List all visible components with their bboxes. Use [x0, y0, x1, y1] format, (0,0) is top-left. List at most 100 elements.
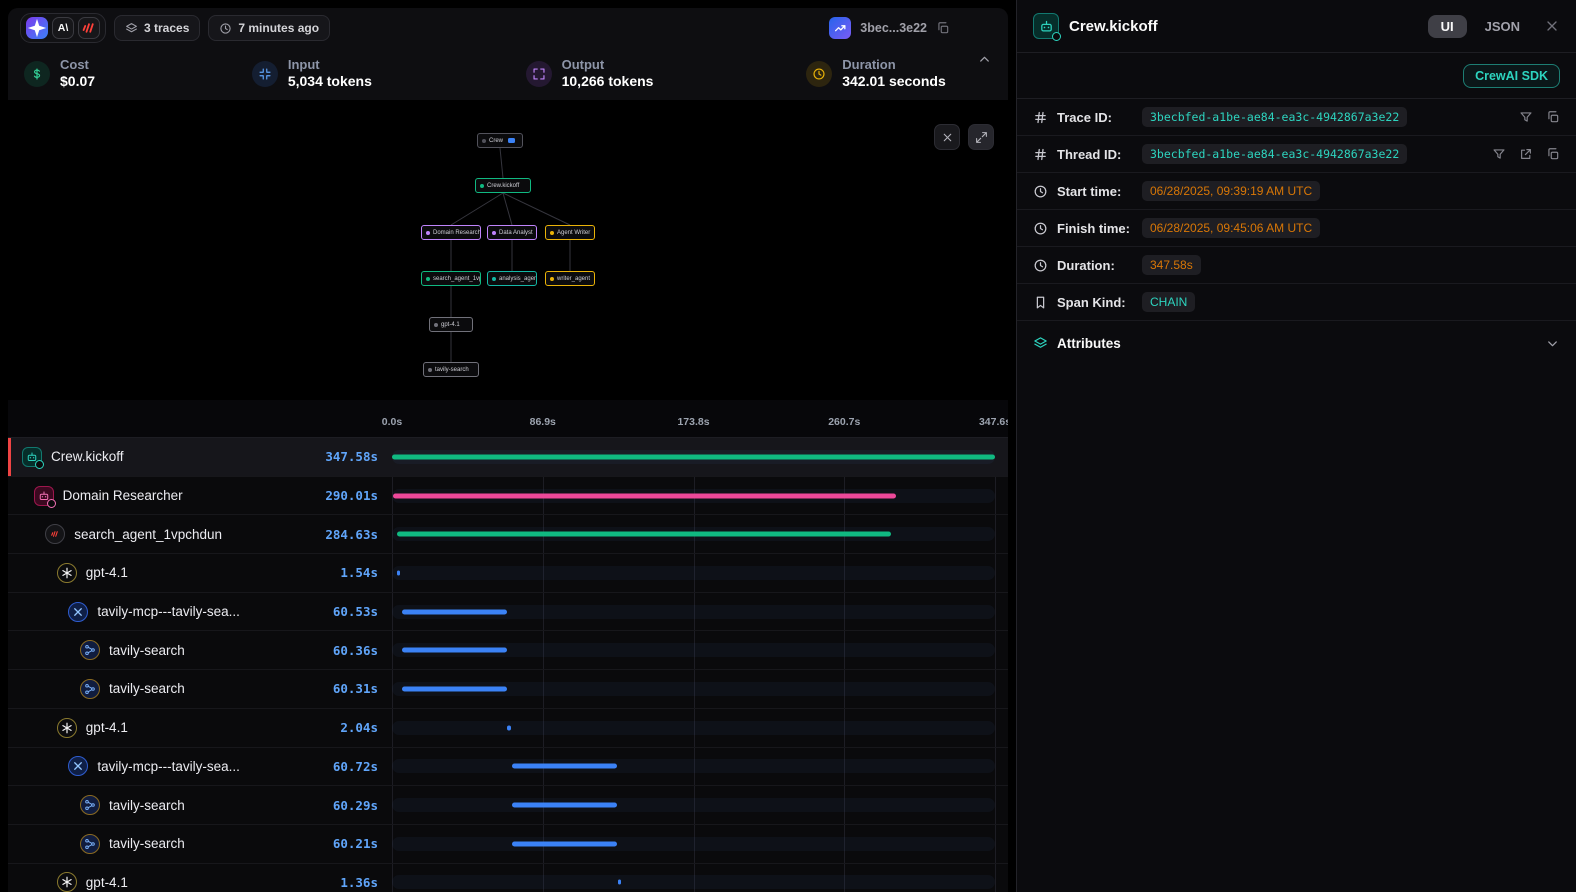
- detail-field-threadid: Thread ID:3becbfed-a1be-ae84-ea3c-494286…: [1017, 136, 1576, 173]
- span-track: [392, 709, 995, 747]
- trace-row[interactable]: tavily-search 60.21s: [8, 825, 1008, 864]
- waterfall-rows: Crew.kickoff347.58sDomain Researcher290.…: [8, 438, 1008, 892]
- crewai-icon: [45, 524, 65, 544]
- span-name: Crew.kickoff: [51, 449, 124, 464]
- detail-title: Crew.kickoff: [1069, 18, 1418, 35]
- tools-icon: [68, 756, 88, 776]
- crew-icon: [1033, 13, 1059, 39]
- span-duration: 284.63s: [325, 527, 392, 542]
- metric-label: Input: [288, 57, 372, 73]
- trace-row[interactable]: gpt-4.11.36s: [8, 864, 1008, 892]
- field-label: Duration:: [1057, 258, 1133, 273]
- updated-time-label: 7 minutes ago: [238, 21, 319, 35]
- tab-ui[interactable]: UI: [1428, 15, 1467, 38]
- span-bar: [402, 648, 507, 653]
- graph-node-task2[interactable]: analysis_agent: [487, 271, 537, 286]
- span-duration: 60.36s: [333, 643, 392, 658]
- filter-button[interactable]: [1492, 147, 1506, 161]
- trace-row[interactable]: Domain Researcher290.01s: [8, 477, 1008, 516]
- collapse-metrics-button[interactable]: [977, 52, 992, 67]
- graph-node-task3[interactable]: writer_agent: [545, 271, 595, 286]
- tool-icon: [80, 795, 100, 815]
- traces-count-badge[interactable]: 3 traces: [114, 15, 200, 41]
- span-track: [392, 554, 995, 592]
- trace-row[interactable]: tavily-mcp---tavily-sea... 60.72s: [8, 748, 1008, 787]
- graph-node-llm[interactable]: gpt-4.1: [429, 317, 473, 332]
- graph-node-crew[interactable]: Crew: [477, 133, 523, 148]
- copy-button[interactable]: [1546, 110, 1560, 124]
- trace-row[interactable]: search_agent_1vpchdun 284.63s: [8, 515, 1008, 554]
- trace-panel: A\ 3 traces 7 minutes ago 3bec...3e22 Co…: [8, 8, 1008, 892]
- metric-value: 10,266 tokens: [562, 73, 654, 91]
- expand-graph-button[interactable]: [968, 124, 994, 150]
- tab-json[interactable]: JSON: [1477, 15, 1528, 38]
- span-track: [392, 631, 995, 669]
- tool-icon: [80, 834, 100, 854]
- trace-row[interactable]: tavily-search60.31s: [8, 670, 1008, 709]
- trace-row[interactable]: tavily-mcp---tavily-sea...60.53s: [8, 593, 1008, 632]
- openai-icon: [57, 718, 77, 738]
- trace-row[interactable]: gpt-4.12.04s: [8, 709, 1008, 748]
- chevron-up-icon: [977, 52, 992, 67]
- span-bar: [397, 570, 400, 575]
- field-value: 06/28/2025, 09:45:06 AM UTC: [1142, 218, 1320, 238]
- dollar-icon: [24, 61, 50, 87]
- trace-row[interactable]: tavily-search60.29s: [8, 786, 1008, 825]
- span-duration: 290.01s: [325, 488, 392, 503]
- arrsin-icon: [252, 61, 278, 87]
- close-icon: [941, 131, 954, 144]
- field-label: Thread ID:: [1057, 147, 1133, 162]
- axis-tick: 260.7s: [828, 416, 860, 428]
- span-name: search_agent_1vpchdun: [74, 527, 222, 542]
- detail-field-starttime: Start time:06/28/2025, 09:39:19 AM UTC: [1017, 173, 1576, 210]
- span-duration: 60.21s: [333, 836, 392, 851]
- trace-row[interactable]: Crew.kickoff347.58s: [8, 438, 1008, 477]
- detail-field-duration: Duration: 347.58s: [1017, 247, 1576, 284]
- trace-row[interactable]: tavily-search60.36s: [8, 631, 1008, 670]
- span-name: tavily-mcp---tavily-sea...: [97, 759, 240, 774]
- graph-node-kickoff[interactable]: Crew.kickoff: [475, 178, 531, 193]
- graph-node-label: Crew: [489, 138, 503, 144]
- field-value: 347.58s: [1142, 255, 1201, 275]
- span-duration: 1.36s: [340, 875, 392, 890]
- graph-node-tool[interactable]: tavily-search: [423, 362, 479, 377]
- graph-node-agent1[interactable]: Domain Researcher: [421, 225, 481, 240]
- span-duration: 60.72s: [333, 759, 392, 774]
- axis-tick: 347.6s: [979, 416, 1008, 428]
- trace-row[interactable]: gpt-4.11.54s: [8, 554, 1008, 593]
- agent-icon: [34, 486, 54, 506]
- copy-trace-id-button[interactable]: [936, 21, 950, 35]
- span-duration: 2.04s: [340, 720, 392, 735]
- metric-label: Output: [562, 57, 654, 73]
- crewai-logo-icon: [78, 17, 100, 39]
- span-name: tavily-search: [109, 836, 185, 851]
- close-graph-button[interactable]: [934, 124, 960, 150]
- anthropic-logo-icon: A\: [52, 17, 74, 39]
- tool-icon: [80, 679, 100, 699]
- span-track: [392, 593, 995, 631]
- attributes-section-toggle[interactable]: Attributes: [1017, 321, 1576, 365]
- copy-button[interactable]: [1546, 147, 1560, 161]
- span-duration: 60.29s: [333, 798, 392, 813]
- attributes-icon: [1033, 336, 1048, 351]
- graph-node-label: tavily-search: [435, 367, 469, 373]
- span-name: tavily-search: [109, 681, 185, 696]
- clock-icon: [219, 22, 232, 35]
- axis-tick: 0.0s: [382, 416, 402, 428]
- graph-node-agent2[interactable]: Data Analyst: [487, 225, 537, 240]
- tools-icon: [68, 602, 88, 622]
- metric-cost: Cost$0.07: [24, 57, 252, 91]
- filter-button[interactable]: [1519, 110, 1533, 124]
- graph-node-task1[interactable]: search_agent_1vpchdun: [421, 271, 481, 286]
- metric-input: Input5,034 tokens: [252, 57, 526, 91]
- clock-icon: [1033, 258, 1048, 273]
- sparkle-logo-icon: [26, 17, 48, 39]
- close-panel-button[interactable]: [1544, 18, 1560, 34]
- span-track: [392, 786, 995, 824]
- graph-node-label: gpt-4.1: [441, 322, 460, 328]
- span-bar: [397, 532, 891, 537]
- external-button[interactable]: [1519, 147, 1533, 161]
- graph-node-agent3[interactable]: Agent Writer: [545, 225, 595, 240]
- clock-icon: [1033, 221, 1048, 236]
- metrics-chart-icon[interactable]: [829, 17, 851, 39]
